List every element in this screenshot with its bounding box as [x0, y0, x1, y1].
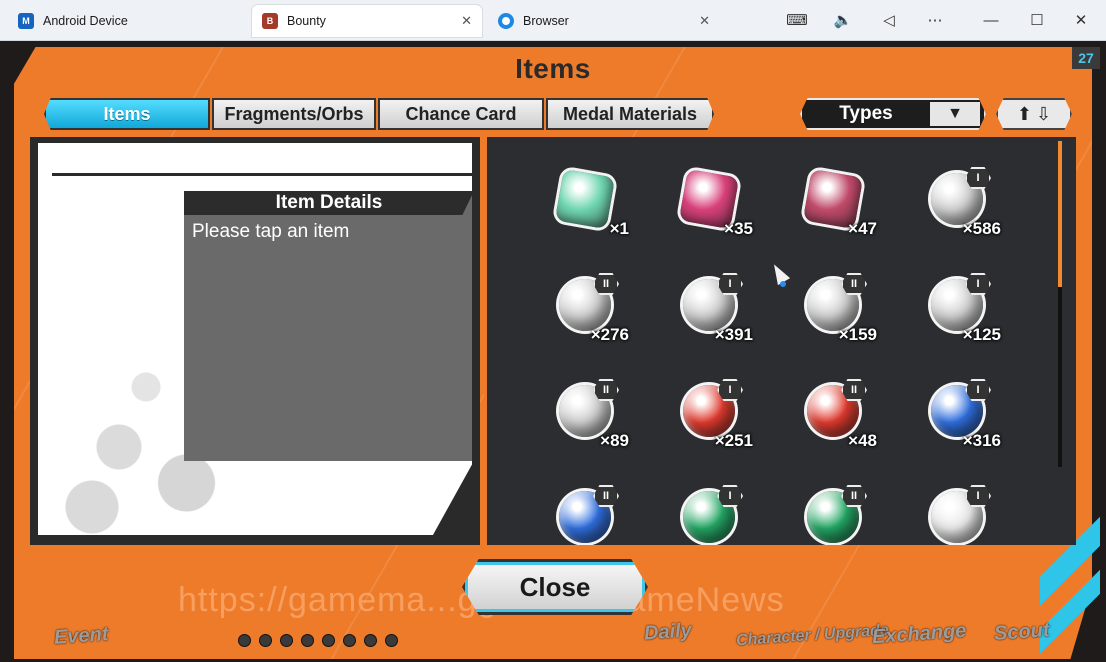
item-silver-boot-medal[interactable]: II ×89: [547, 377, 637, 457]
close-button[interactable]: Close: [462, 559, 648, 615]
item-pink-blue-hex-medal[interactable]: ×47: [795, 165, 885, 245]
page-dot: [301, 634, 314, 647]
item-silver-fist-medal[interactable]: II ×276: [547, 271, 637, 351]
page-dot: [385, 634, 398, 647]
item-count: ×391: [714, 325, 753, 344]
tab-chance-card[interactable]: Chance Card: [378, 98, 544, 130]
item-count: ×47: [848, 219, 877, 238]
item-red-orb[interactable]: II ×48: [795, 377, 885, 457]
nav-event[interactable]: Event: [53, 623, 109, 650]
game-viewport: 27 Items Items Fragments/Orbs Chance Car…: [0, 41, 1106, 662]
close-icon[interactable]: ✕: [1066, 8, 1096, 32]
tab-fragments-orbs[interactable]: Fragments/Orbs: [212, 98, 376, 130]
item-count: ×159: [838, 325, 877, 344]
item-count: ×251: [714, 431, 753, 450]
item-details-title: Item Details: [184, 191, 472, 215]
nav-character-upgrade[interactable]: Character / Upgrade: [736, 622, 890, 651]
item-blue-orb[interactable]: I ×316: [919, 377, 1009, 457]
item-count: ×276: [590, 325, 629, 344]
bounty-game-icon: B: [262, 13, 278, 29]
browser-icon: [498, 13, 514, 29]
page-title: Items: [515, 53, 591, 84]
tab-label: Bounty: [287, 14, 326, 28]
divider: [52, 173, 472, 176]
arrow-down-icon: ⇩: [1036, 103, 1052, 124]
nav-daily[interactable]: Daily: [643, 619, 692, 645]
arrow-up-icon: ⬆: [1016, 103, 1032, 124]
tab-browser[interactable]: Browser ✕: [488, 5, 720, 37]
sort-order-button[interactable]: ⬆ ⇩: [996, 98, 1072, 130]
page-dot: [343, 634, 356, 647]
item-count: ×586: [962, 219, 1001, 238]
android-device-icon: M: [18, 13, 34, 29]
window-title-bar: M Android Device B Bounty ✕ Browser ✕ ⌨ …: [0, 0, 1106, 41]
more-icon[interactable]: ⋯: [920, 8, 950, 32]
bottom-navigation: Event Daily Character / Upgrade Exchange…: [0, 615, 1106, 662]
types-filter-label: Types: [839, 103, 893, 124]
tab-label: Android Device: [43, 14, 128, 28]
tab-medal-materials[interactable]: Medal Materials: [546, 98, 714, 130]
item-count: ×1: [609, 219, 629, 238]
item-count: ×316: [962, 431, 1001, 450]
types-filter-dropdown[interactable]: Types ▼: [800, 98, 986, 130]
close-tab-icon[interactable]: ✕: [461, 13, 472, 29]
maximize-icon[interactable]: ☐: [1022, 8, 1052, 32]
tab-bounty[interactable]: B Bounty ✕: [252, 5, 482, 37]
details-card: Item Details Please tap an item: [38, 143, 472, 535]
tab-items[interactable]: Items: [44, 98, 210, 130]
item-pink-fist-medal[interactable]: ×35: [671, 165, 761, 245]
keyboard-icon[interactable]: ⌨: [782, 8, 812, 32]
page-dot: [238, 634, 251, 647]
page-dot: [322, 634, 335, 647]
item-silver-boot-medal[interactable]: I ×125: [919, 271, 1009, 351]
item-count: ×89: [600, 431, 629, 450]
cursor-dot: [780, 281, 786, 287]
page-dot: [364, 634, 377, 647]
item-details-panel: Item Details Please tap an item: [30, 137, 480, 545]
hex-100-token-icon: [554, 168, 616, 230]
volume-icon[interactable]: 🔈: [828, 8, 858, 32]
item-hex-100-token[interactable]: ×1: [547, 165, 637, 245]
nav-scout[interactable]: Scout: [993, 619, 1050, 646]
item-silver-fist-medal[interactable]: I ×586: [919, 165, 1009, 245]
minimize-icon[interactable]: —: [976, 8, 1006, 32]
page-indicator: [238, 634, 398, 647]
close-tab-icon[interactable]: ✕: [699, 13, 710, 29]
item-count: ×48: [848, 431, 877, 450]
back-icon[interactable]: ◁: [874, 8, 904, 32]
items-scrollbar-thumb[interactable]: [1058, 141, 1062, 287]
item-count: ×35: [724, 219, 753, 238]
page-dot: [259, 634, 272, 647]
item-details-text: Please tap an item: [192, 221, 350, 242]
item-details-box: Item Details Please tap an item: [184, 191, 472, 461]
level-badge: 27: [1072, 47, 1100, 69]
item-red-orb[interactable]: I ×251: [671, 377, 761, 457]
tab-label: Browser: [523, 14, 569, 28]
items-grid: ×1 ×35 ×47 I ×586 II ×276 I ×391 II ×159 I ×125 II ×89…: [484, 137, 1076, 545]
item-silver-shield-medal[interactable]: II ×159: [795, 271, 885, 351]
item-silver-shield-medal[interactable]: I ×391: [671, 271, 761, 351]
tab-android-device[interactable]: M Android Device: [8, 5, 250, 37]
item-count: ×125: [962, 325, 1001, 344]
page-dot: [280, 634, 293, 647]
chevron-down-icon: ▼: [930, 102, 980, 126]
